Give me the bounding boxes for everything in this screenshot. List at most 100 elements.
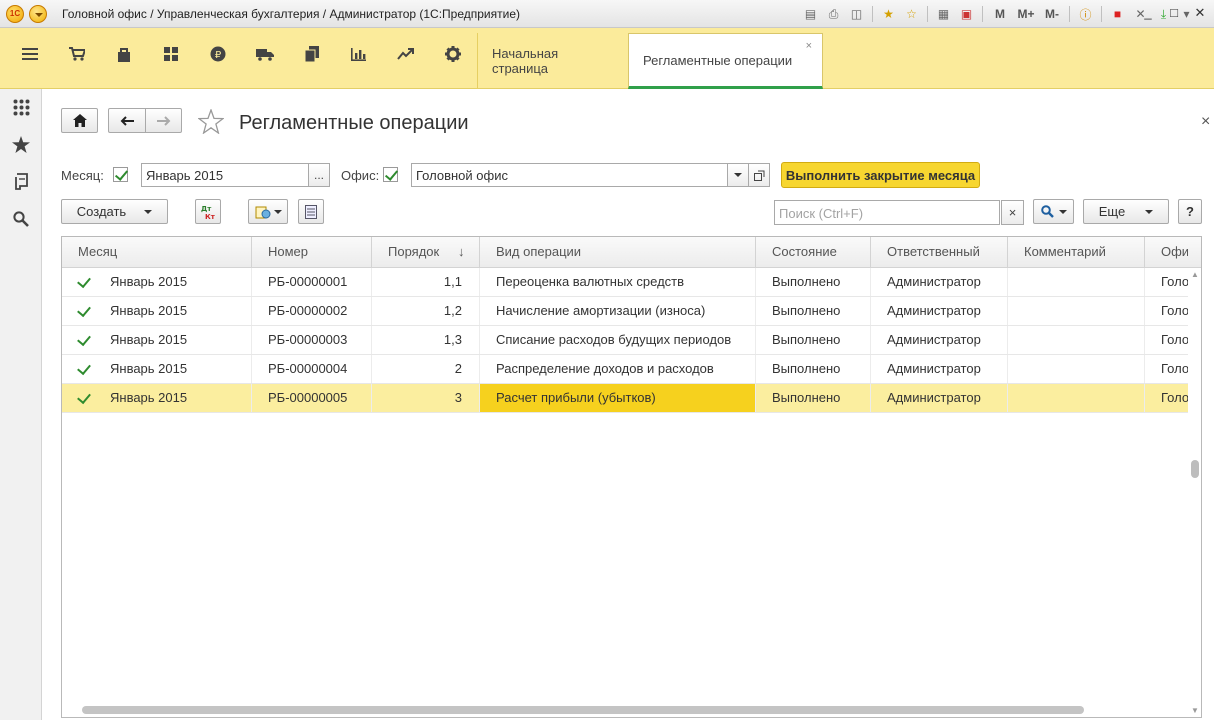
- list-settings-button[interactable]: [298, 199, 324, 224]
- related-docs-button[interactable]: [248, 199, 288, 224]
- column-operation[interactable]: Вид операции: [480, 237, 756, 268]
- maximize-icon[interactable]: □: [1166, 5, 1182, 21]
- svg-text:Кт: Кт: [205, 213, 216, 220]
- arrow-left-icon: [120, 115, 134, 126]
- horizontal-scrollbar[interactable]: [62, 703, 1188, 717]
- month-checkbox[interactable]: [113, 167, 128, 182]
- cell-order: 3: [372, 384, 480, 412]
- cart-icon[interactable]: [53, 28, 100, 80]
- tab-close-icon[interactable]: ×: [806, 40, 812, 52]
- back-button[interactable]: [108, 108, 146, 133]
- title-bar: 1С Головной офис / Управленческая бухгал…: [0, 0, 1214, 28]
- cell-responsible: Администратор: [871, 355, 1008, 383]
- memory-button[interactable]: M: [988, 4, 1012, 24]
- grid-icon[interactable]: [147, 28, 194, 80]
- home-button[interactable]: [61, 108, 98, 133]
- favorites-icon[interactable]: ☆: [901, 4, 922, 24]
- table-row[interactable]: Январь 2015 РБ-00000005 3 Расчет прибыли (у…: [62, 384, 1188, 413]
- cell-month: Январь 2015: [62, 384, 252, 412]
- office-dropdown-button[interactable]: [727, 163, 749, 187]
- month-label: Месяц:: [61, 168, 104, 183]
- dt-kt-button[interactable]: Дт Кт: [195, 199, 221, 224]
- close-window-icon[interactable]: ✕: [1192, 5, 1208, 21]
- bag-icon[interactable]: [100, 28, 147, 80]
- tab-regulated-operations[interactable]: Регламентные операции ×: [628, 33, 823, 89]
- hamburger-icon[interactable]: [6, 28, 53, 80]
- operations-table: Месяц Номер Порядок ↓ Вид операции Состо…: [61, 236, 1202, 718]
- favorite-star-icon[interactable]: [197, 108, 225, 137]
- minimize-icon[interactable]: _: [1140, 5, 1156, 21]
- vertical-scroll-thumb[interactable]: [1191, 460, 1199, 478]
- svg-text:₽: ₽: [214, 50, 221, 61]
- star-icon[interactable]: [0, 126, 42, 163]
- search-icon[interactable]: [0, 200, 42, 237]
- print-icon[interactable]: ⎙: [823, 4, 844, 24]
- memory-plus-button[interactable]: M+: [1014, 4, 1038, 24]
- vertical-scrollbar[interactable]: ▲ ▼: [1188, 268, 1201, 717]
- column-office[interactable]: Офис: [1145, 237, 1188, 268]
- tab-home[interactable]: Начальная страница: [477, 33, 628, 89]
- preview-icon[interactable]: ◫: [846, 4, 867, 24]
- calendar-icon[interactable]: ▣: [956, 4, 977, 24]
- column-order[interactable]: Порядок ↓: [372, 237, 480, 268]
- column-month[interactable]: Месяц: [62, 237, 252, 268]
- more-button[interactable]: Еще: [1083, 199, 1169, 224]
- cell-order: 2: [372, 355, 480, 383]
- tab-home-label: Начальная страница: [492, 46, 559, 76]
- bar-chart-icon[interactable]: [335, 28, 382, 80]
- history-icon[interactable]: [0, 163, 42, 200]
- month-select-button[interactable]: ...: [308, 163, 330, 187]
- search-mode-button[interactable]: [1033, 199, 1074, 224]
- add-favorite-icon[interactable]: ★: [878, 4, 899, 24]
- column-number[interactable]: Номер: [252, 237, 372, 268]
- cell-month: Январь 2015: [62, 326, 252, 354]
- documents-icon[interactable]: [288, 28, 335, 80]
- cell-operation: Списание расходов будущих периодов: [480, 326, 756, 354]
- trend-icon[interactable]: [382, 28, 429, 80]
- main-menu-button[interactable]: [29, 5, 47, 23]
- search-input[interactable]: Поиск (Ctrl+F): [774, 200, 1000, 225]
- create-button-label: Создать: [76, 204, 127, 219]
- form-close-icon[interactable]: ×: [1201, 113, 1210, 131]
- create-button[interactable]: Создать: [61, 199, 168, 224]
- column-state[interactable]: Состояние: [756, 237, 871, 268]
- cell-operation: Переоценка валютных средств: [480, 268, 756, 296]
- cell-comment: [1008, 268, 1145, 296]
- help-button[interactable]: ?: [1178, 199, 1202, 224]
- magnifier-icon: [1040, 205, 1054, 218]
- cell-state: Выполнено: [756, 384, 871, 412]
- table-row[interactable]: Январь 2015 РБ-00000003 1,3 Списание расход…: [62, 326, 1188, 355]
- dt-kt-icon: ДтКт: [201, 205, 216, 220]
- horizontal-scroll-thumb[interactable]: [82, 706, 1084, 714]
- close-month-button[interactable]: Выполнить закрытие месяца: [781, 162, 980, 188]
- forward-button[interactable]: [145, 108, 182, 133]
- memory-minus-button[interactable]: M-: [1040, 4, 1064, 24]
- cell-operation: Распределение доходов и расходов: [480, 355, 756, 383]
- tab-regulated-operations-label: Регламентные операции: [643, 52, 793, 68]
- calculator-icon[interactable]: ▦: [933, 4, 954, 24]
- cell-comment: [1008, 355, 1145, 383]
- cell-office: Головной офис: [1161, 274, 1188, 289]
- cell-comment: [1008, 384, 1145, 412]
- record-icon[interactable]: ■: [1107, 4, 1128, 24]
- office-checkbox[interactable]: [383, 167, 398, 182]
- month-field[interactable]: Январь 2015: [141, 163, 309, 187]
- save-icon[interactable]: ▤: [800, 4, 821, 24]
- truck-icon[interactable]: [241, 28, 288, 80]
- open-tabs: Начальная страница Регламентные операции…: [477, 33, 823, 89]
- gear-icon[interactable]: [429, 28, 476, 80]
- cell-responsible: Администратор: [871, 297, 1008, 325]
- table-row[interactable]: Январь 2015 РБ-00000004 2 Распределение дох…: [62, 355, 1188, 384]
- office-open-button[interactable]: [748, 163, 770, 187]
- table-row[interactable]: Январь 2015 РБ-00000002 1,2 Начисление амор…: [62, 297, 1188, 326]
- table-row[interactable]: Январь 2015 РБ-00000001 1,1 Переоценка валю…: [62, 268, 1188, 297]
- search-clear-button[interactable]: ×: [1001, 200, 1024, 225]
- column-responsible[interactable]: Ответственный: [871, 237, 1008, 268]
- column-comment[interactable]: Комментарий: [1008, 237, 1145, 268]
- info-icon[interactable]: ⓘ: [1075, 4, 1096, 24]
- list-icon: [305, 204, 317, 219]
- more-button-label: Еще: [1098, 204, 1126, 219]
- ruble-icon[interactable]: ₽: [194, 28, 241, 80]
- office-field[interactable]: Головной офис: [411, 163, 728, 187]
- apps-icon[interactable]: [0, 89, 42, 126]
